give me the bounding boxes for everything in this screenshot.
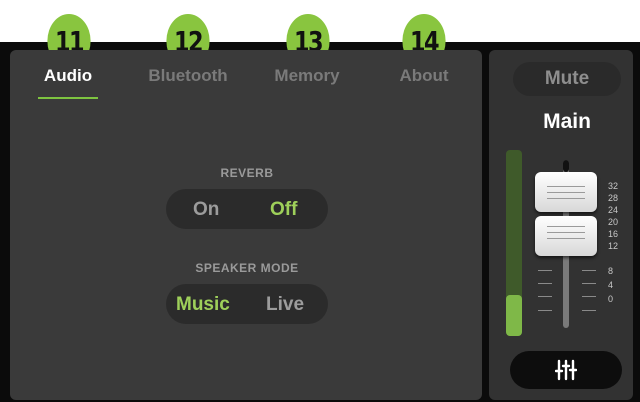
active-tab-indicator <box>38 97 98 99</box>
fader-scale-label: 4 <box>608 280 614 290</box>
fader-scale-label: 20 <box>608 217 619 227</box>
level-meter-fill <box>506 295 522 336</box>
speaker-mode-label: SPEAKER MODE <box>195 261 299 275</box>
channel-name: Main <box>543 110 591 133</box>
reverb-label: REVERB <box>220 166 274 180</box>
speaker-mode-toggle: Music Live <box>166 284 328 324</box>
fader-track-top <box>563 160 569 172</box>
fader-tick <box>582 296 596 297</box>
fader-scale-label: 32 <box>608 181 619 191</box>
fader-knob[interactable] <box>535 216 597 256</box>
fader-tick <box>582 283 596 284</box>
fader-scale-label: 24 <box>608 205 619 215</box>
mute-button[interactable]: Mute <box>513 62 621 96</box>
channel-settings-button[interactable] <box>510 351 622 389</box>
fader-tick <box>538 296 552 297</box>
fader-scale-label: 16 <box>608 229 619 239</box>
sliders-icon <box>555 359 577 381</box>
tab-audio[interactable]: Audio <box>38 66 98 86</box>
fader-tick <box>582 270 596 271</box>
fader-scale-label: 0 <box>608 294 614 304</box>
fader-knob[interactable] <box>535 172 597 212</box>
speaker-mode-music-option[interactable]: Music <box>176 294 230 316</box>
reverb-on-option[interactable]: On <box>193 199 219 221</box>
fader-scale-label: 12 <box>608 241 619 251</box>
fader-scale-label: 28 <box>608 193 619 203</box>
tab-memory[interactable]: Memory <box>262 66 352 86</box>
tab-about[interactable]: About <box>390 66 458 86</box>
fader-scale-label: 8 <box>608 266 614 276</box>
fader-tick <box>582 310 596 311</box>
fader-tick <box>538 283 552 284</box>
fader-tick <box>538 310 552 311</box>
level-meter <box>506 150 522 336</box>
speaker-mode-live-option[interactable]: Live <box>266 294 304 316</box>
reverb-off-option[interactable]: Off <box>270 199 297 221</box>
tab-bluetooth[interactable]: Bluetooth <box>136 66 240 86</box>
reverb-toggle: On Off <box>166 189 328 229</box>
fader-tick <box>538 270 552 271</box>
